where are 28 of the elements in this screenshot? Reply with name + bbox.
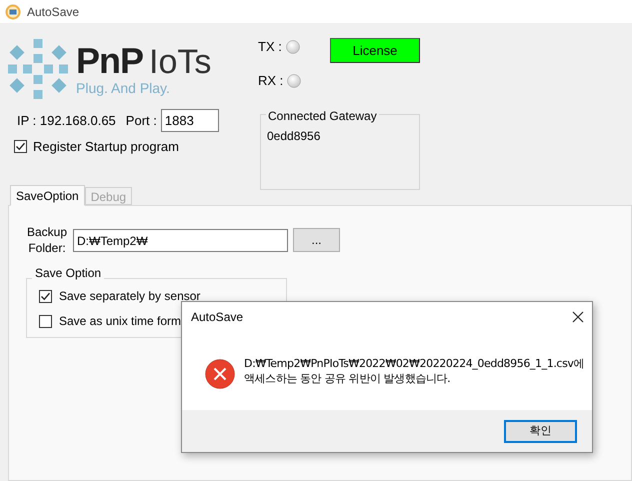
gateway-id: 0edd8956 [267, 128, 320, 145]
dialog-title: AutoSave [191, 309, 244, 326]
checkbox[interactable] [14, 140, 27, 154]
backup-folder-label: Backup Folder: [27, 224, 68, 256]
error-icon [205, 359, 235, 389]
close-icon[interactable] [572, 311, 584, 323]
confirm-button[interactable]: 확인 [504, 420, 577, 442]
indicator-label: RX : [258, 72, 284, 90]
folder-icon [5, 4, 21, 20]
checkbox[interactable] [39, 290, 52, 302]
logo-brand: PnP [76, 43, 144, 79]
checkbox[interactable] [39, 314, 52, 328]
logo-brand-suffix: IoTs [149, 45, 212, 79]
port-label: Port : [126, 112, 157, 130]
window-title: AutoSave [27, 4, 80, 20]
checkbox-label: Register Startup program [33, 138, 179, 156]
browse-button[interactable]: ... [293, 228, 340, 252]
logo-mark-icon [8, 39, 68, 99]
ip-label: IP : 192.168.0.65 [17, 112, 116, 130]
dialog-message: D:₩Temp2₩PnPIoTs₩2022₩02₩20220224_0edd8956_1_1.csv에 액세스하는 동안 공유 위반이 발생했습니다. [244, 356, 584, 386]
tab[interactable]: SaveOption [10, 185, 85, 206]
port-field[interactable]: 1883 [160, 109, 219, 132]
license-button[interactable]: License [330, 38, 420, 63]
indicator-label: TX : [258, 38, 282, 56]
logo-tagline: Plug. And Play. [76, 81, 171, 95]
checkbox-label: Save as unix time form [59, 313, 182, 330]
checkbox-label: Save separately by sensor [59, 288, 200, 305]
folder-path-field[interactable]: D:₩Temp2₩ [73, 229, 288, 252]
